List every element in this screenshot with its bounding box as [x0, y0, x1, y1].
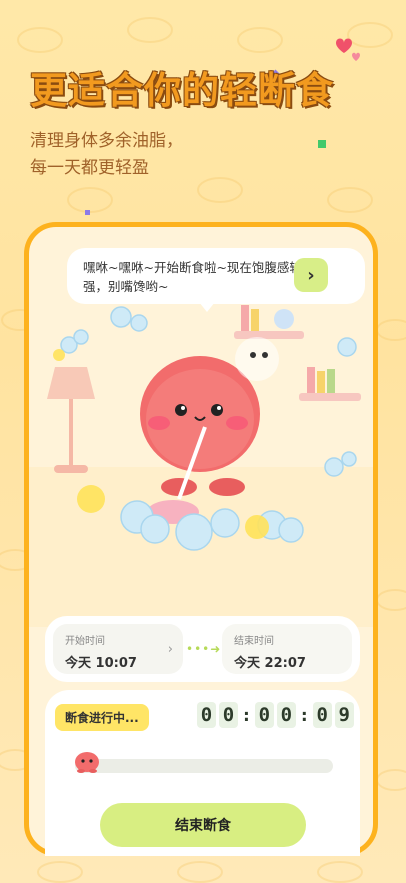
subtitle-line-1: 清理身体多余油脂，	[30, 131, 183, 151]
timer-digit: 9	[334, 702, 354, 728]
start-time-box[interactable]: 开始时间 今天 10:07 ›	[53, 624, 183, 674]
end-time-value: 今天 22:07	[234, 656, 306, 671]
confetti-icon	[85, 210, 90, 215]
promo-subtitle: 清理身体多余油脂， 每一天都更轻盈	[30, 128, 183, 182]
start-time-label: 开始时间	[65, 636, 105, 647]
fasting-status-panel: 断食进行中... 0 0 : 0 0 : 0 9 结束断食	[45, 690, 360, 856]
timer-digit: 0	[219, 702, 238, 728]
chevron-right-icon: ›	[167, 642, 173, 657]
timer-digit: 0	[276, 702, 296, 728]
timer-digit: 0	[197, 702, 216, 728]
timer-digit: 0	[254, 702, 274, 728]
mascot-progress-icon	[75, 752, 99, 773]
timer-separator: :	[298, 704, 310, 726]
speech-bubble-tail	[199, 302, 215, 312]
fasting-progress-bar	[75, 759, 333, 773]
speech-next-button[interactable]: ›	[294, 258, 328, 292]
floor-lamp-icon	[47, 367, 95, 473]
end-time-label: 结束时间	[234, 636, 274, 647]
timer-separator: :	[241, 704, 252, 726]
promo-title: 更适合你的轻断食	[30, 69, 334, 112]
end-fasting-button[interactable]: 结束断食	[100, 803, 306, 847]
timer-digit: 0	[312, 702, 332, 728]
start-time-value: 今天 10:07	[65, 656, 137, 671]
elapsed-timer: 0 0 : 0 0 : 0 9	[197, 702, 354, 728]
arrow-connector-icon: •••➜	[186, 642, 222, 656]
chevron-right-icon: ›	[307, 264, 315, 286]
subtitle-line-2: 每一天都更轻盈	[30, 158, 149, 178]
schedule-panel: 开始时间 今天 10:07 › •••➜ 结束时间 今天 22:07	[45, 616, 360, 682]
speech-text: 嘿咻~嘿咻~开始断食啦~现在饱腹感较强，别嘴馋哟~	[83, 260, 302, 294]
status-badge: 断食进行中...	[55, 704, 149, 731]
confetti-icon	[318, 140, 326, 148]
end-time-box[interactable]: 结束时间 今天 22:07	[222, 624, 352, 674]
